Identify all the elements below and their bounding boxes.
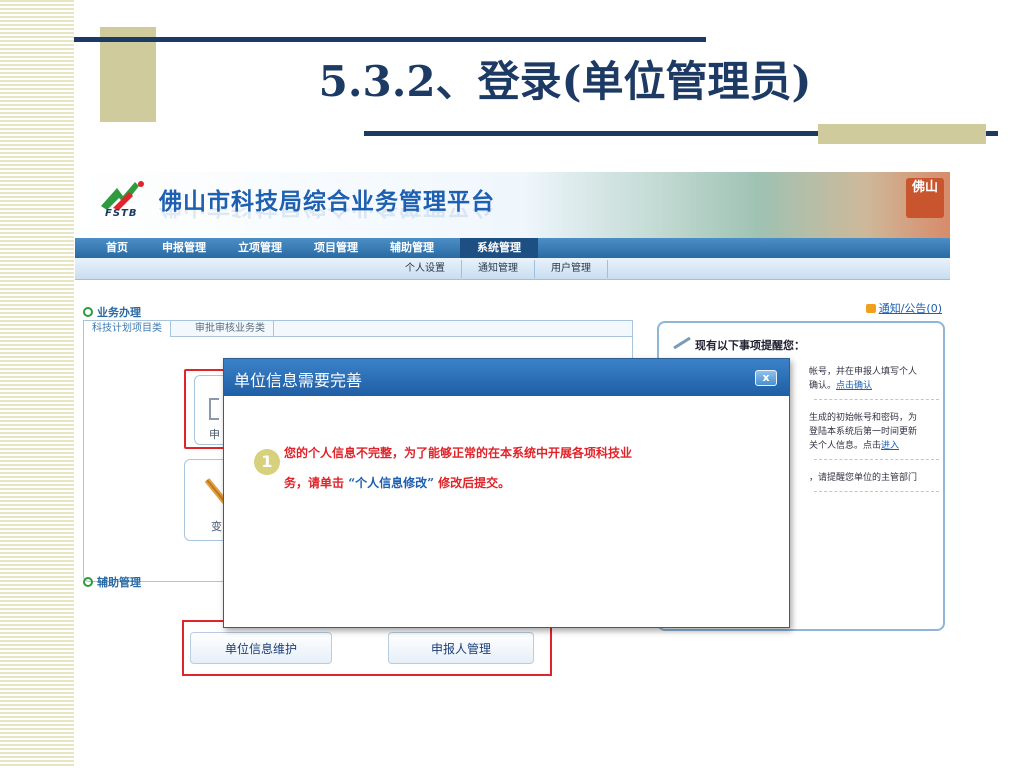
subnav-personal-settings[interactable]: 个人设置 [389,260,462,278]
banner-seal: 佛山 [906,178,944,218]
divider [814,491,939,492]
reminder-item-1-text: 帐号，并在申报人填写个人 [809,367,918,377]
confirm-link[interactable]: 点击确认 [836,381,872,391]
notice-icon [865,304,876,313]
reminder-heading: 现有以下事项提醒您： [695,339,805,352]
personal-info-edit-hint: “个人信息修改” [348,476,434,490]
app-header: 佛山 FSTB 佛山市科技局综合业务管理平台 佛山市科技局综合业务管理平台 [75,172,950,238]
circle-arrow-icon [83,577,93,587]
app-title-reflection: 佛山市科技局综合业务管理平台 [159,208,495,226]
sub-nav: 个人设置 通知管理 用户管理 [75,258,950,280]
step-number-badge: 1 [254,449,280,475]
modal-titlebar: 单位信息需要完善 x [224,359,789,396]
unit-info-maintenance-button[interactable]: 单位信息维护 [190,632,332,664]
nav-auxiliary[interactable]: 辅助管理 [377,238,447,258]
nav-project[interactable]: 项目管理 [301,238,371,258]
subnav-notice-management[interactable]: 通知管理 [462,260,535,278]
modal-title: 单位信息需要完善 [234,371,363,390]
reminder-item-1-line-2: 确认。点击确认 [809,381,873,391]
auxiliary-buttons-highlight: 单位信息维护 申报人管理 [182,620,552,676]
unit-info-modal: 单位信息需要完善 x 1 您的个人信息不完整，为了能够正常的在本系统中开展各项科… [223,358,790,628]
modal-message-line-1: 您的个人信息不完整，为了能够正常的在本系统中开展各项科技业 [284,446,633,460]
auxiliary-section-title: 辅助管理 [83,574,141,590]
document-icon [209,398,219,420]
reminder-item-2-line-3: 关个人信息。点击进入 [809,441,900,451]
circle-arrow-icon [83,307,93,317]
modal-message-line-2: 务，请单击 “个人信息修改” 修改后提交。 [284,476,511,490]
tab-tech-plan[interactable]: 科技计划项目类 [84,321,171,337]
notice-announcement-link[interactable]: 通知/公告(0) [865,300,942,316]
slide-left-stripe [0,0,74,768]
nav-system[interactable]: 系统管理 [460,238,538,258]
slide-title: 5.3.2、登录(单位管理员) [318,57,812,106]
logo-abbreviation: FSTB [105,208,138,219]
change-card-label: 变 [211,520,222,533]
main-nav: 首页 申报管理 立项管理 项目管理 辅助管理 系统管理 [75,238,950,258]
nav-home[interactable]: 首页 [93,238,141,258]
city-banner-image [525,172,950,238]
enter-link[interactable]: 进入 [881,441,899,451]
close-icon[interactable]: x [755,370,777,386]
divider [814,459,939,460]
reminder-item-2-text: 生成的初始帐号和密码，为 [809,413,918,423]
slide-deco-line [74,37,706,42]
applicant-management-button[interactable]: 申报人管理 [388,632,534,664]
slide-deco-square [818,124,986,144]
reminder-item-2-line-2: 登陆本系统后第一时间更新 [809,427,918,437]
nav-approval[interactable]: 立项管理 [225,238,295,258]
application-card-label: 申 [209,428,220,441]
pen-icon [673,337,691,349]
divider [814,399,939,400]
business-tabs: 科技计划项目类 审批审核业务类 [84,321,632,337]
reminder-item-3-text: ，请提醒您单位的主管部门 [809,473,918,483]
tab-approval-review[interactable]: 审批审核业务类 [187,321,274,337]
business-section-title: 业务办理 [83,304,141,320]
nav-application[interactable]: 申报管理 [149,238,219,258]
subnav-user-management[interactable]: 用户管理 [535,260,608,278]
